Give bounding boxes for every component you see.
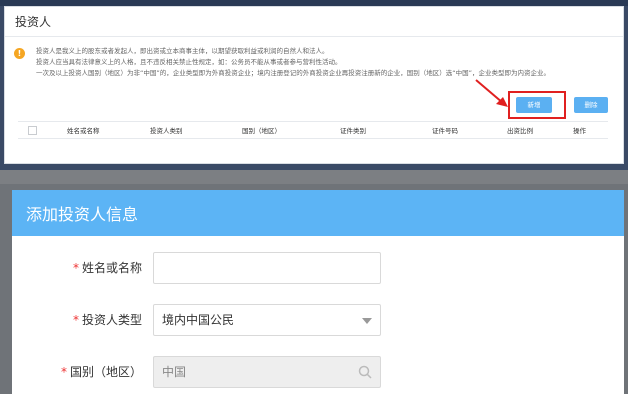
required-mark: * — [72, 313, 79, 327]
field-label-text: 国别（地区） — [69, 365, 142, 379]
form-row-name: * 姓名或名称 — [12, 252, 624, 284]
checkbox-icon[interactable] — [28, 126, 37, 135]
column-header: 投资人类别 — [150, 127, 183, 135]
investor-type-select[interactable]: 境内中国公民 — [153, 304, 381, 336]
table-header: 姓名或名称 投资人类别 国别（地区） 证件类别 证件号码 出资比例 操作 — [18, 121, 608, 139]
column-header: 证件类别 — [340, 127, 366, 135]
top-screenshot-frame: 投资人 ! 投资人是我义上的股东或者发起人，即出资或立本商事主体，以期望获取利益… — [0, 0, 628, 170]
field-label: * 投资人类型 — [12, 304, 142, 336]
arrow-annotation — [475, 79, 508, 107]
column-header: 证件号码 — [432, 127, 458, 135]
select-value: 境内中国公民 — [162, 313, 235, 327]
field-label: * 国别（地区） — [12, 356, 142, 388]
required-mark: * — [72, 261, 79, 275]
field-label-text: 投资人类型 — [81, 313, 142, 327]
divider-strip — [0, 170, 628, 184]
search-icon[interactable] — [358, 365, 372, 379]
add-investor-dialog: 添加投资人信息 * 姓名或名称 * 投资人类型 境内中国公民 * 国别（地区） 中国 — [12, 190, 624, 394]
delete-button[interactable]: 删除 — [574, 97, 608, 113]
column-header: 国别（地区） — [242, 127, 281, 135]
column-header: 姓名或名称 — [67, 127, 100, 135]
column-header: 操作 — [573, 127, 586, 135]
chevron-down-icon — [362, 318, 372, 324]
required-mark: * — [60, 365, 67, 379]
country-input: 中国 — [153, 356, 381, 388]
add-button[interactable]: 新增 — [516, 97, 552, 113]
form-row-type: * 投资人类型 境内中国公民 — [12, 304, 624, 336]
dialog-title: 添加投资人信息 — [26, 205, 139, 224]
field-label-text: 姓名或名称 — [81, 261, 142, 275]
column-header: 出资比例 — [507, 127, 533, 135]
form-row-country: * 国别（地区） 中国 — [12, 356, 624, 388]
name-input[interactable] — [153, 252, 381, 284]
country-value: 中国 — [162, 365, 187, 379]
dialog-header: 添加投资人信息 — [12, 190, 624, 236]
field-label: * 姓名或名称 — [12, 252, 142, 284]
